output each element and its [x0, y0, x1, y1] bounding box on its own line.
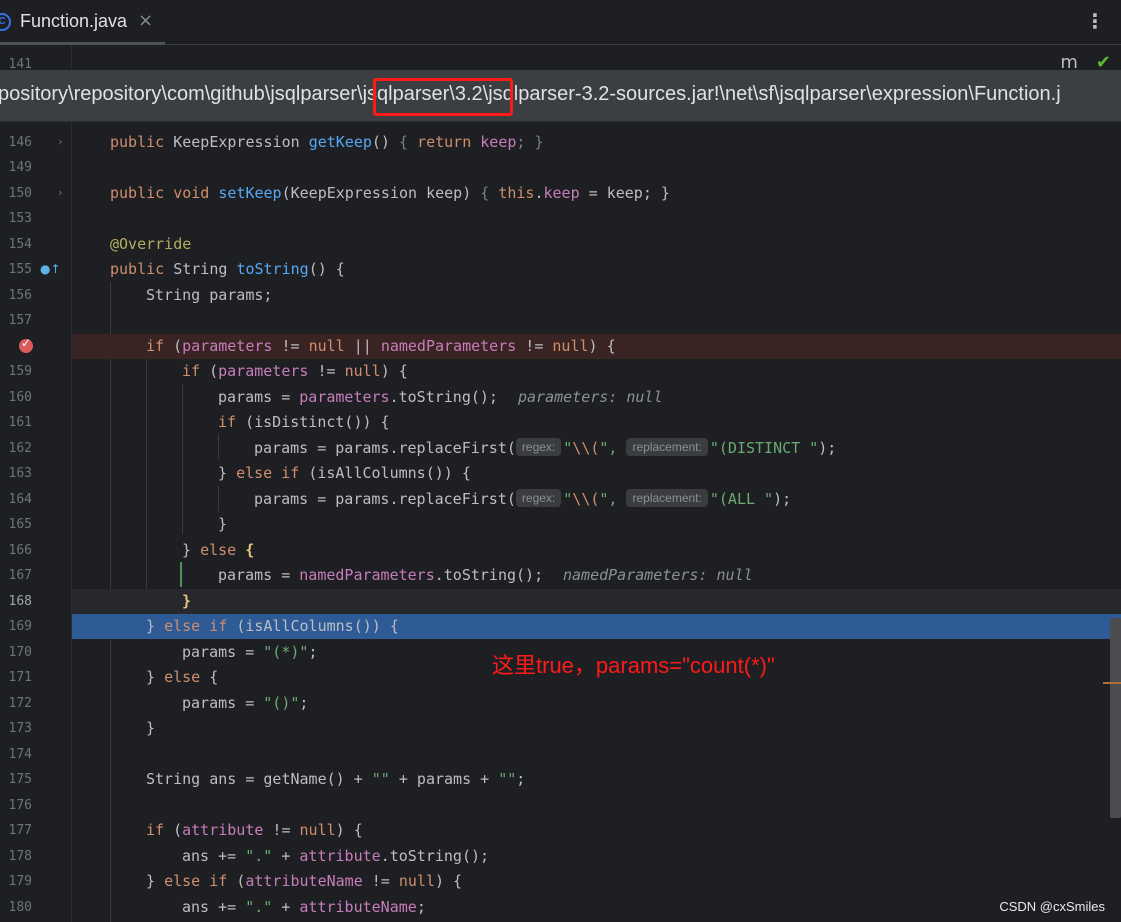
close-icon[interactable]: ×	[138, 10, 153, 31]
code-line[interactable]: }	[72, 512, 1121, 537]
code-line[interactable]: if (attribute != null) {	[72, 818, 1121, 843]
code-line-execution-point[interactable]: } else if (isAllColumns()) {	[72, 614, 1121, 639]
code-line[interactable]: params = parameters.toString(); paramete…	[72, 385, 1121, 410]
watermark: CSDN @cxSmiles	[999, 899, 1105, 914]
code-line[interactable]: } else if (isAllColumns()) {	[72, 461, 1121, 486]
line-number: 150	[8, 186, 32, 201]
highlight-box-version	[373, 78, 513, 116]
code-line[interactable]: public String toString() {	[72, 257, 1121, 282]
inline-debug-value: parameters: null	[518, 388, 663, 406]
param-hint-regex: regex:	[515, 438, 562, 456]
vertical-scrollbar-thumb[interactable]	[1110, 618, 1121, 818]
code-line[interactable]: ans += "." + attributeName;	[72, 895, 1121, 920]
line-number: 180	[8, 900, 32, 915]
code-line-current[interactable]: }	[72, 589, 1121, 614]
line-number: 174	[8, 747, 32, 762]
line-number-current: 168	[8, 594, 32, 609]
file-path-banner: pository\repository\com\github\jsqlparse…	[0, 70, 1121, 122]
line-number: 165	[8, 517, 32, 532]
file-path-text: pository\repository\com\github\jsqlparse…	[0, 83, 1061, 105]
code-line[interactable]: public KeepExpression getKeep() { return…	[72, 130, 1121, 155]
code-line[interactable]: params = params.replaceFirst(regex: "\\("…	[72, 436, 1121, 461]
code-line[interactable]: if (isDistinct()) {	[72, 410, 1121, 435]
code-line-breakpoint[interactable]: if (parameters != null || namedParameter…	[72, 334, 1121, 359]
line-number: 179	[8, 874, 32, 889]
fold-chevron-icon[interactable]: ›	[57, 135, 64, 148]
line-number: 162	[8, 441, 32, 456]
line-number: 163	[8, 466, 32, 481]
line-number: 164	[8, 492, 32, 507]
fold-chevron-icon[interactable]: ›	[57, 186, 64, 199]
line-number: 166	[8, 543, 32, 558]
java-class-icon: C	[0, 13, 11, 31]
overrides-method-icon[interactable]: ●↑	[40, 262, 61, 276]
param-hint-regex: regex:	[515, 489, 562, 507]
line-number: 160	[8, 390, 32, 405]
line-number: 155	[8, 262, 32, 277]
code-line[interactable]: public void setKeep(KeepExpression keep)…	[72, 181, 1121, 206]
red-annotation-note: 这里true，params="count(*)"	[492, 653, 775, 678]
line-number: 156	[8, 288, 32, 303]
line-number: 153	[8, 211, 32, 226]
code-line[interactable]: params = params.replaceFirst(regex: "\\("…	[72, 487, 1121, 512]
line-number: 161	[8, 415, 32, 430]
code-line[interactable]: String params;	[72, 283, 1121, 308]
line-number: 149	[8, 160, 32, 175]
line-number: 159	[8, 364, 32, 379]
line-number: 157	[8, 313, 32, 328]
breakpoint-icon[interactable]	[19, 336, 33, 353]
code-line[interactable]: String ans = getName() + "" + params + "…	[72, 767, 1121, 792]
tab-title: Function.java	[20, 11, 128, 31]
more-options-icon[interactable]: ⋮	[1085, 9, 1105, 33]
code-line[interactable]: } else {	[72, 538, 1121, 563]
code-line[interactable]: params = namedParameters.toString(); nam…	[72, 563, 1121, 588]
line-number: 176	[8, 798, 32, 813]
tab-function-java[interactable]: C Function.java ×	[0, 0, 165, 45]
line-number: 172	[8, 696, 32, 711]
line-number: 146	[8, 135, 32, 150]
line-number: 177	[8, 823, 32, 838]
inline-debug-value: namedParameters: null	[563, 566, 753, 584]
line-number: 169	[8, 619, 32, 634]
line-number: 167	[8, 568, 32, 583]
scrollbar-marker	[1103, 682, 1121, 684]
editor-tab-bar: C Function.java × ⋮	[0, 0, 1121, 45]
code-line[interactable]: if (parameters != null) {	[72, 359, 1121, 384]
line-number: 175	[8, 772, 32, 787]
code-line[interactable]: @Override	[72, 232, 1121, 257]
line-number: 171	[8, 670, 32, 685]
line-number: 178	[8, 849, 32, 864]
param-hint-replacement: replacement:	[626, 489, 708, 507]
code-line[interactable]: params = "()";	[72, 691, 1121, 716]
line-number: 170	[8, 645, 32, 660]
param-hint-replacement: replacement:	[626, 438, 708, 456]
code-line[interactable]: }	[72, 716, 1121, 741]
line-number: 154	[8, 237, 32, 252]
code-line[interactable]: ans += "." + attribute.toString();	[72, 844, 1121, 869]
line-number: 173	[8, 721, 32, 736]
code-line[interactable]: } else if (attributeName != null) {	[72, 869, 1121, 894]
line-gutter	[0, 45, 72, 922]
